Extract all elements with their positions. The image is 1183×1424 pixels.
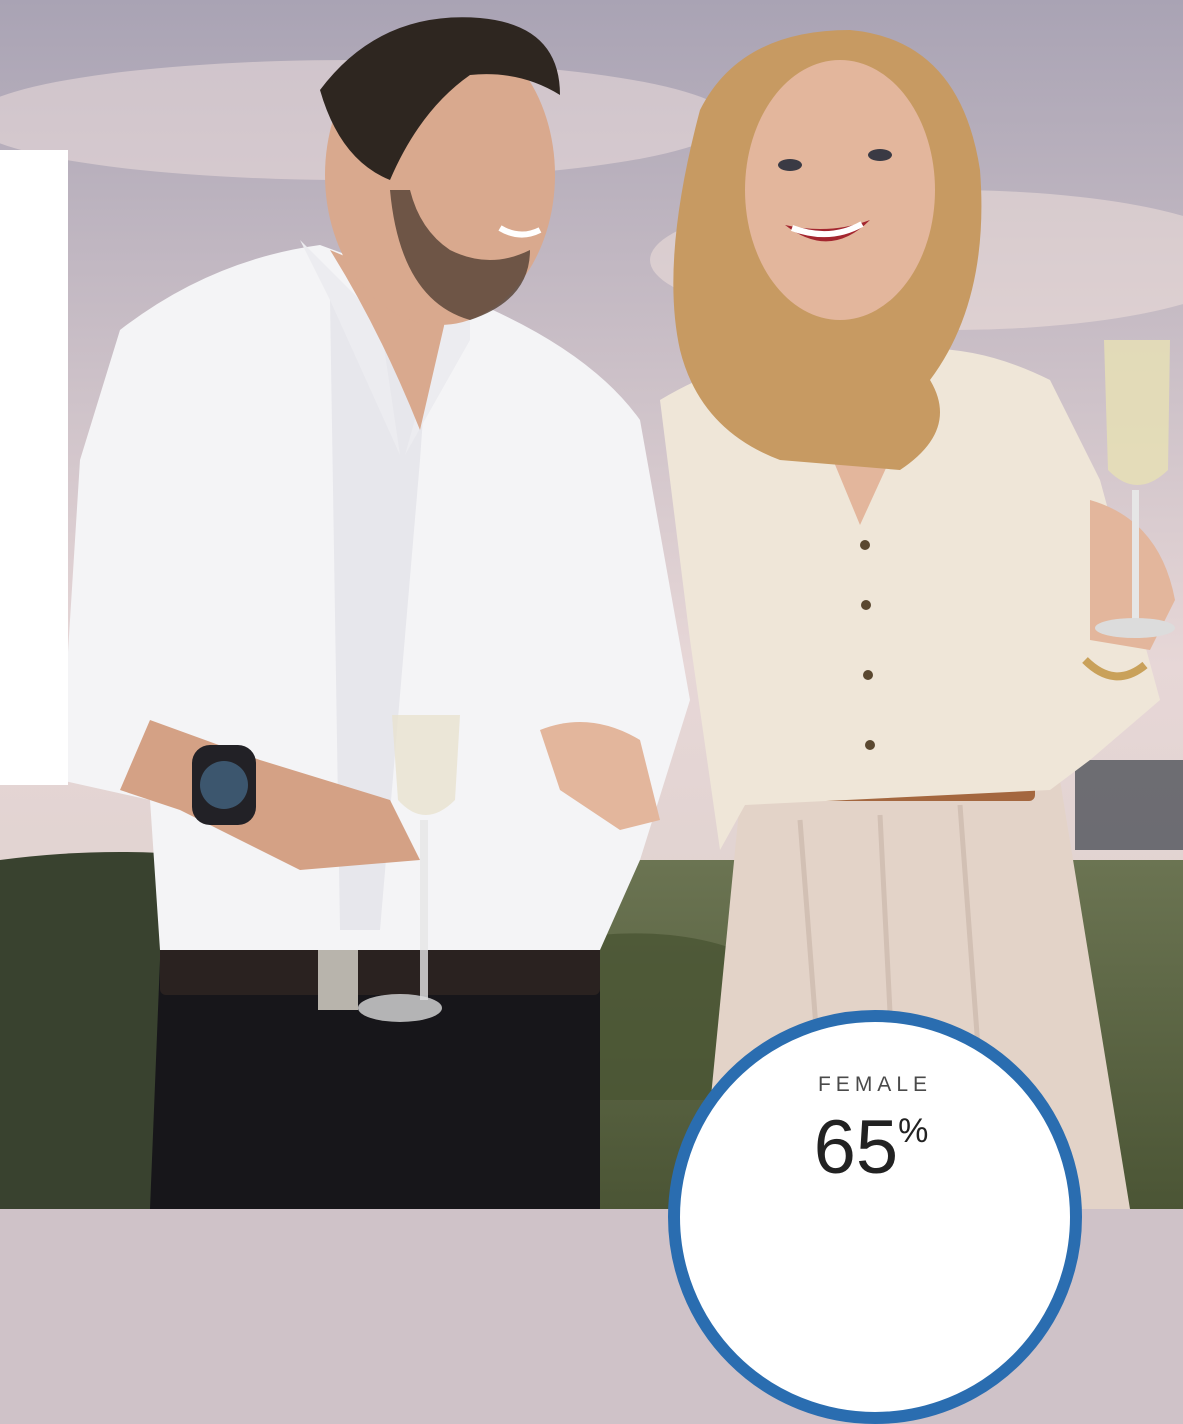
stat-unit: % (898, 1112, 929, 1150)
stat-label: FEMALE (817, 1073, 933, 1096)
stat-value: 65% (0, 1110, 1183, 1186)
white-side-panel (0, 150, 68, 785)
stat-number: 65 (813, 1105, 899, 1190)
couple-photo (0, 0, 1183, 1209)
